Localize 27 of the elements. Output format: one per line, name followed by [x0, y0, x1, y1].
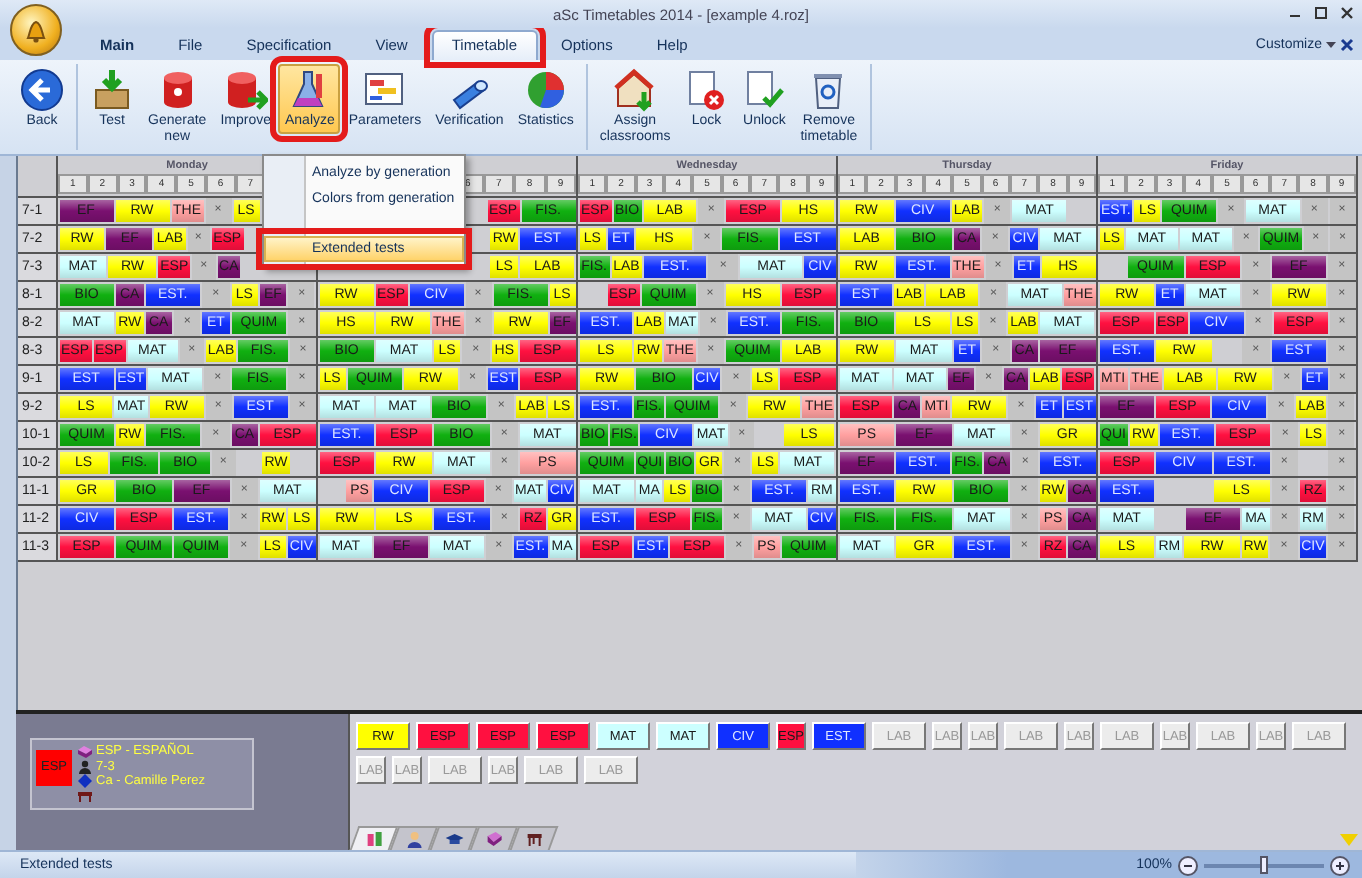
desk-icon [78, 790, 92, 803]
zoom-out-button[interactable] [1178, 855, 1198, 875]
person-icon [78, 759, 92, 774]
close-icon[interactable] [1340, 6, 1354, 20]
cylinder-arrow-icon [223, 68, 268, 112]
box-arrow-icon [90, 68, 134, 112]
graduation-cap-icon [444, 830, 463, 848]
pie-chart-icon [523, 68, 568, 112]
house-arrow-icon [613, 68, 658, 112]
book-icon [78, 745, 92, 758]
page-check-icon [742, 68, 787, 112]
maximize-icon[interactable] [1314, 6, 1328, 20]
person-icon [404, 830, 423, 848]
plus-icon [1334, 859, 1346, 871]
caret-icon [1326, 41, 1336, 49]
desk-icon [524, 830, 543, 848]
zoom-in-button[interactable] [1330, 855, 1350, 875]
minus-icon [1182, 859, 1194, 871]
bell-icon [22, 16, 50, 44]
zoom-slider[interactable] [1260, 855, 1268, 873]
book-icon [484, 830, 503, 848]
close-icon[interactable] [1340, 38, 1354, 52]
cards-icon [364, 830, 383, 848]
diamond-icon [78, 774, 92, 789]
page-x-icon [684, 68, 729, 112]
view-tab[interactable] [349, 826, 399, 850]
view-tab[interactable] [509, 826, 559, 850]
